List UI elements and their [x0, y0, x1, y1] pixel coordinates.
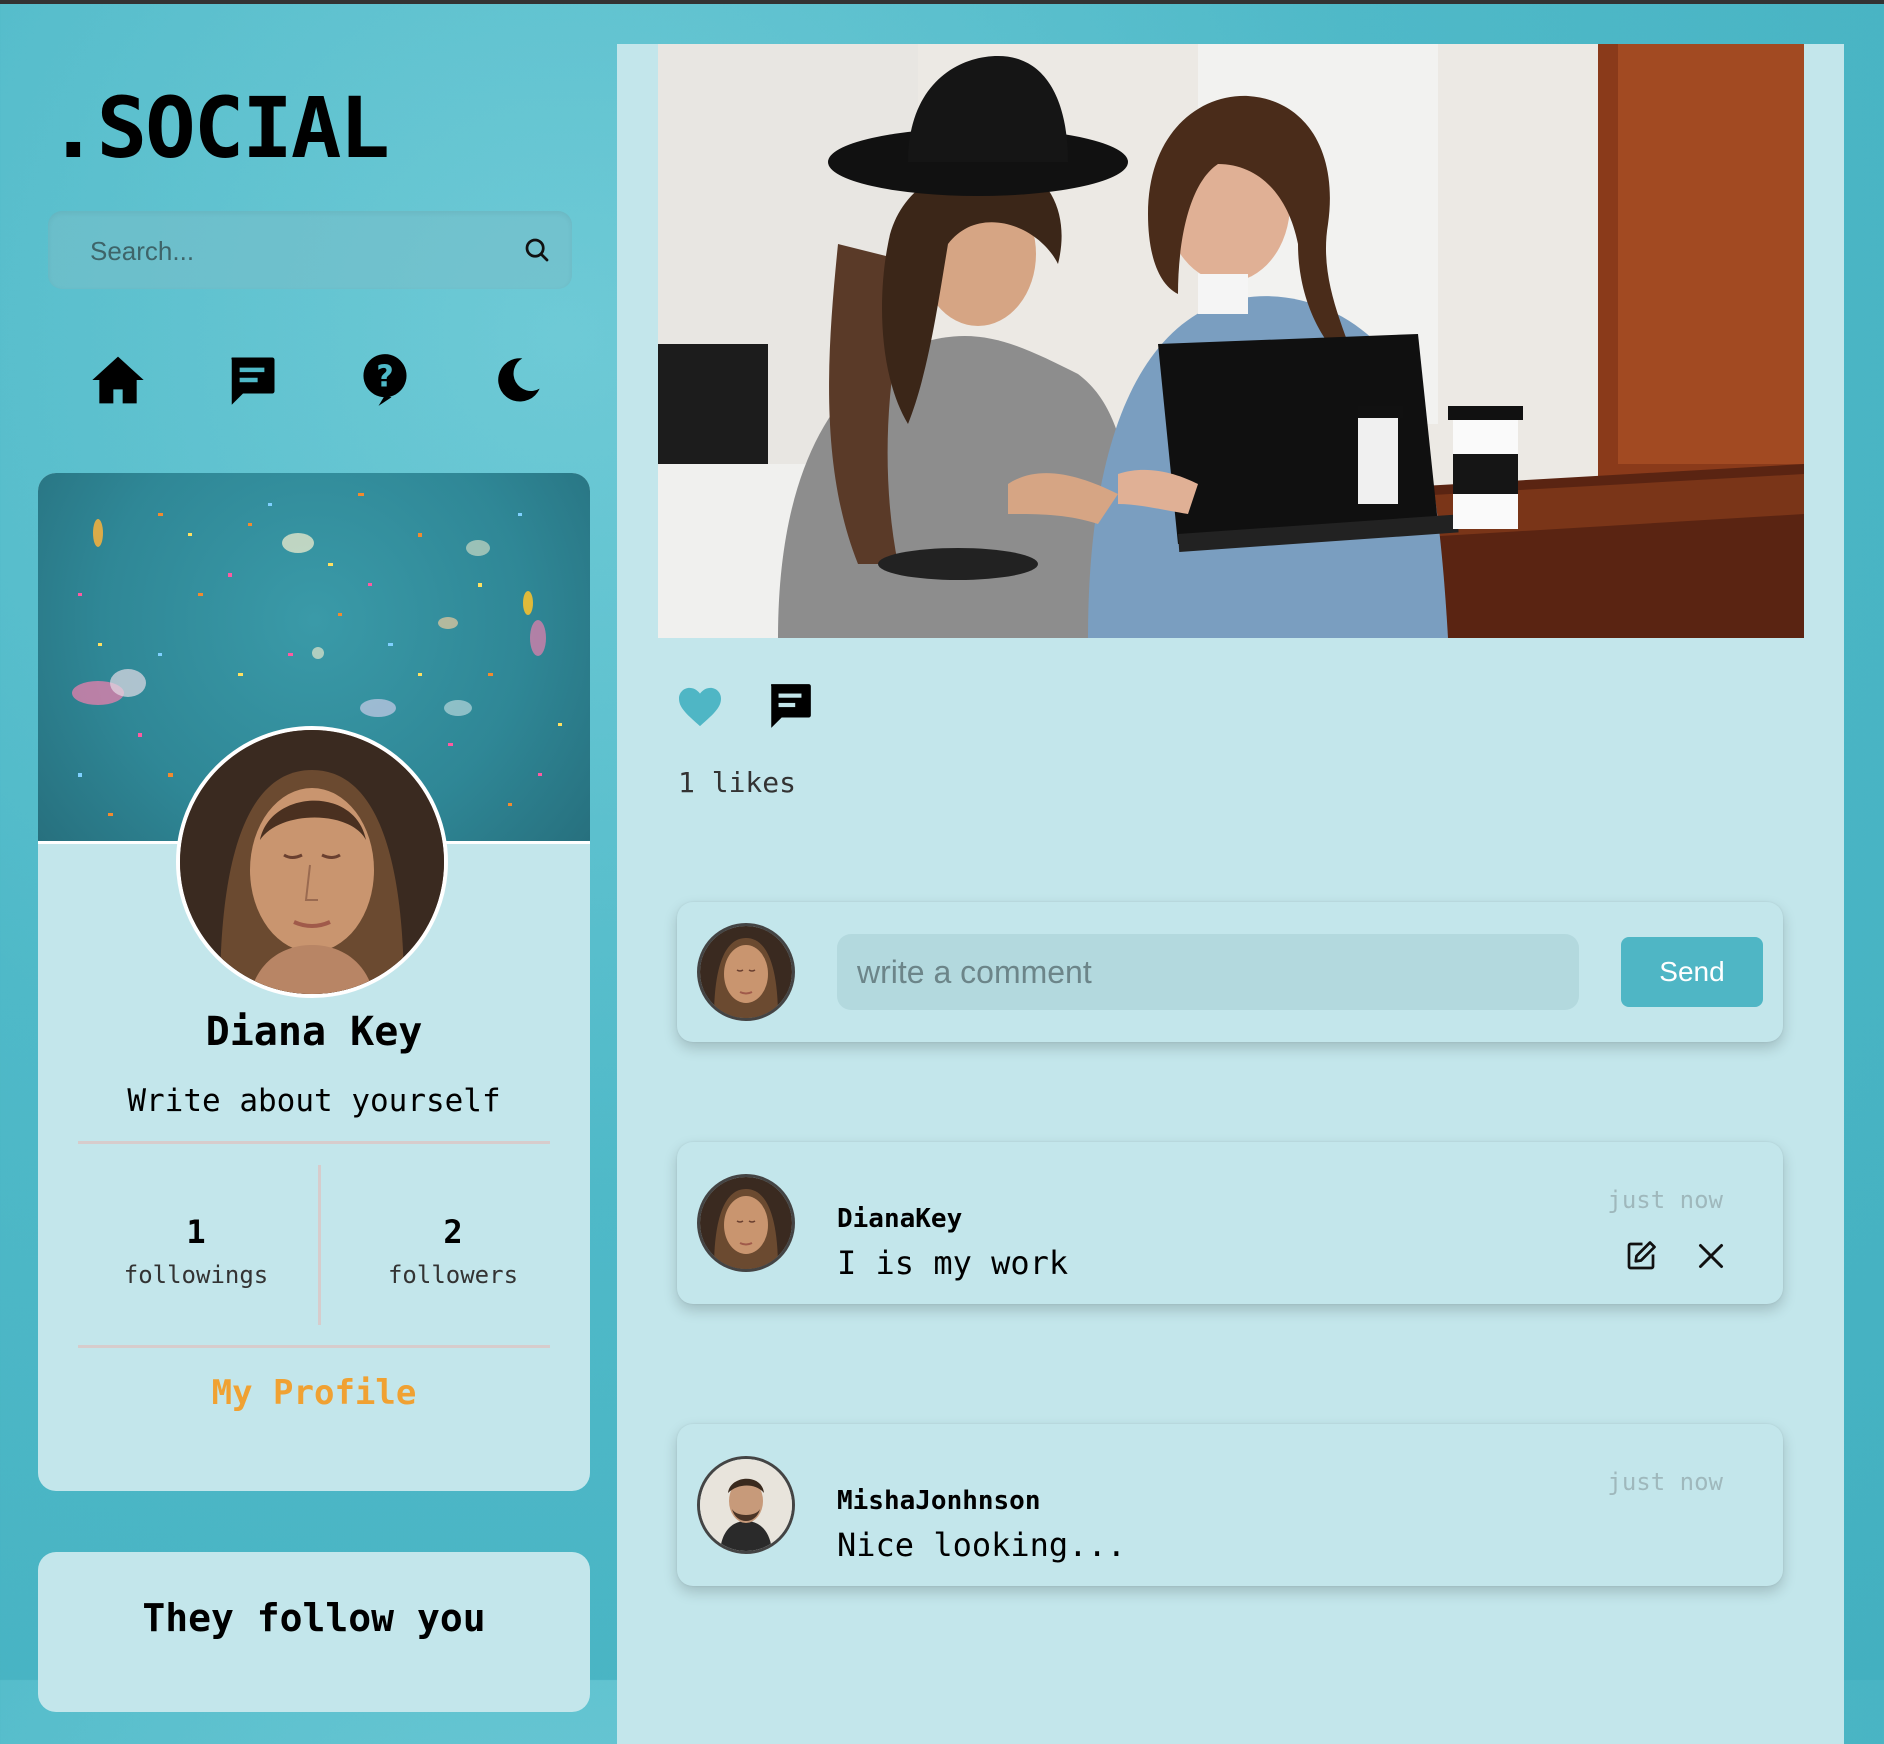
divider	[78, 1141, 550, 1144]
comment-author-avatar[interactable]	[697, 1174, 795, 1272]
edit-icon[interactable]	[1623, 1238, 1659, 1274]
followers-count: 2	[443, 1213, 463, 1251]
followings-label: followings	[123, 1261, 269, 1289]
post-image[interactable]	[658, 44, 1804, 638]
moon-icon[interactable]	[488, 350, 548, 410]
comment-author-avatar[interactable]	[697, 1456, 795, 1554]
comment-icon[interactable]	[765, 680, 815, 730]
help-icon[interactable]: ?	[355, 350, 415, 410]
post-actions	[677, 680, 877, 740]
profile-name: Diana Key	[205, 1009, 423, 1055]
main-nav: ?	[88, 350, 568, 410]
svg-text:?: ?	[376, 359, 393, 394]
comment-author[interactable]: DianaKey	[837, 1204, 962, 1234]
chat-icon[interactable]	[222, 350, 282, 410]
followers-label: followers	[387, 1261, 519, 1289]
comment-timestamp: just now	[1607, 1186, 1723, 1214]
comment-timestamp: just now	[1607, 1468, 1723, 1496]
search-icon[interactable]	[522, 235, 552, 265]
profile-avatar[interactable]	[176, 726, 448, 998]
profile-stats: 1 followings 2 followers	[78, 1165, 550, 1325]
app-logo[interactable]: .SOCIAL	[48, 86, 390, 170]
comment-item: DianaKey I is my work just now	[677, 1142, 1783, 1304]
followings-stat[interactable]: 1 followings	[78, 1165, 314, 1325]
home-icon[interactable]	[88, 350, 148, 410]
comment-input[interactable]	[837, 934, 1579, 1010]
like-heart-icon[interactable]	[677, 686, 723, 728]
top-bar	[0, 0, 1884, 4]
followers-card: They follow you	[38, 1552, 590, 1712]
followers-stat[interactable]: 2 followers	[335, 1165, 571, 1325]
comment-text: I is my work	[837, 1244, 1069, 1282]
my-profile-link[interactable]: My Profile	[38, 1373, 590, 1413]
followers-card-title: They follow you	[142, 1596, 486, 1640]
commenter-avatar	[697, 923, 795, 1021]
comment-compose-card: Send	[677, 902, 1783, 1042]
likes-count: 1 likes	[678, 766, 797, 799]
post-panel: 1 likes Send DianaKey I is my work	[617, 44, 1844, 1744]
send-comment-button[interactable]: Send	[1621, 937, 1763, 1007]
comment-text: Nice looking...	[837, 1526, 1126, 1564]
search-bar	[48, 211, 572, 291]
search-input[interactable]	[88, 211, 512, 291]
comment-author[interactable]: MishaJonhnson	[837, 1486, 1041, 1516]
followings-count: 1	[186, 1213, 206, 1251]
divider	[78, 1345, 550, 1348]
comment-item: MishaJonhnson Nice looking... just now	[677, 1424, 1783, 1586]
stats-divider	[318, 1165, 321, 1325]
close-icon[interactable]	[1693, 1238, 1729, 1274]
profile-card: Diana Key Write about yourself 1 followi…	[38, 473, 590, 1491]
profile-bio[interactable]: Write about yourself	[38, 1083, 590, 1119]
